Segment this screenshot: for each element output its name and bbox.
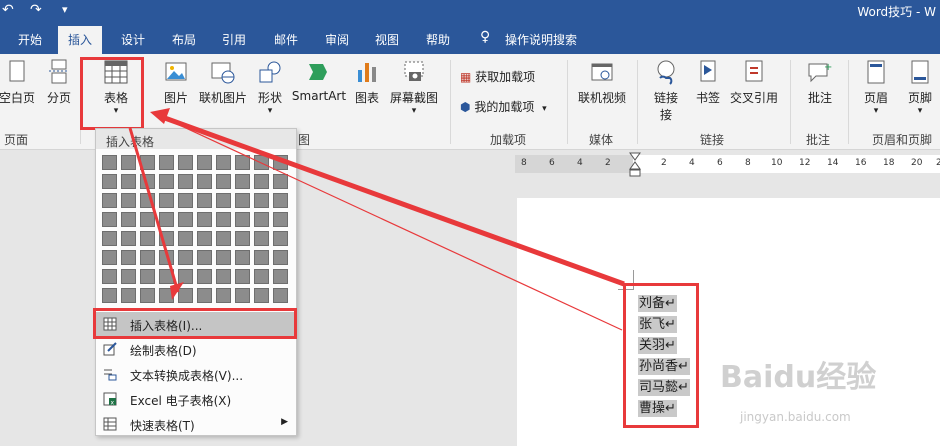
arrowhead-icon <box>170 282 184 300</box>
annotation-line <box>161 116 623 331</box>
annotation-arrow <box>161 114 625 287</box>
arrowhead-icon <box>150 108 170 124</box>
annotation-arrow <box>128 127 180 293</box>
annotation-arrows <box>128 108 625 331</box>
